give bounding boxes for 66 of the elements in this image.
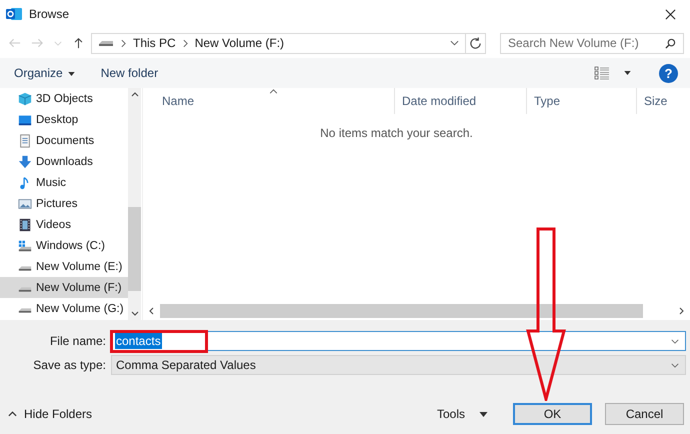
vertical-scrollbar[interactable] xyxy=(128,88,141,320)
refresh-icon xyxy=(469,36,482,50)
film-strip-icon xyxy=(18,218,32,232)
sidebar-item[interactable]: 3D Objects xyxy=(0,88,128,109)
refresh-button[interactable] xyxy=(466,32,486,54)
desktop-icon xyxy=(18,112,32,126)
sidebar-item[interactable]: Videos xyxy=(0,214,128,235)
save-as-type-dropdown[interactable]: Comma Separated Values xyxy=(111,355,686,375)
column-header[interactable]: Size xyxy=(637,88,690,114)
view-options-icon[interactable] xyxy=(594,66,610,80)
window-title: Browse xyxy=(29,7,70,21)
drive-icon xyxy=(18,308,32,313)
drive-icon xyxy=(98,39,114,47)
dialog-button[interactable]: OK xyxy=(513,403,592,425)
chevron-right-icon xyxy=(121,38,126,48)
sidebar-item[interactable]: New Volume (F:) xyxy=(0,277,128,298)
mail-app-icon xyxy=(6,6,22,22)
chevron-down-icon[interactable] xyxy=(450,40,459,46)
caret-icon xyxy=(68,72,75,76)
sidebar-item[interactable]: Windows (C:) xyxy=(0,235,128,256)
field-label: Save as type: xyxy=(32,358,106,372)
empty-message: No items match your search. xyxy=(320,126,473,141)
sidebar-item[interactable]: New Volume (G:) xyxy=(0,298,128,319)
breadcrumb[interactable]: New Volume (F:) xyxy=(194,36,284,50)
chevron-up-icon xyxy=(8,411,17,417)
sidebar-item[interactable]: Downloads xyxy=(0,151,128,172)
organize-menu-button[interactable]: Organize xyxy=(8,63,81,83)
sidebar-item[interactable]: Music xyxy=(0,172,128,193)
chevron-down-icon[interactable] xyxy=(671,338,679,344)
tools-menu-button[interactable]: Tools xyxy=(430,406,494,422)
system-drive-icon xyxy=(18,238,32,252)
hide-folders-button[interactable]: Hide Folders xyxy=(6,405,94,423)
drive-icon xyxy=(18,287,32,292)
new-folder-button[interactable]: New folder xyxy=(94,63,164,83)
drive-icon xyxy=(18,266,32,271)
up-arrow-icon[interactable] xyxy=(72,37,85,49)
close-icon[interactable] xyxy=(665,8,676,20)
field-label: File name: xyxy=(48,334,106,348)
chevron-up-icon[interactable] xyxy=(130,92,138,97)
column-header[interactable]: Date modified xyxy=(395,88,527,114)
document-icon xyxy=(18,134,32,148)
breadcrumb[interactable]: This PC xyxy=(133,36,176,50)
dialog-button[interactable]: Cancel xyxy=(605,403,684,425)
chevron-down-icon[interactable] xyxy=(671,362,679,368)
chevron-right-icon[interactable] xyxy=(679,307,684,315)
chevron-left-icon[interactable] xyxy=(149,307,154,315)
address-bar[interactable]: This PC New Volume (F:) xyxy=(91,32,466,54)
sidebar-item[interactable]: New Volume (E:) xyxy=(0,256,128,277)
sort-caret-icon xyxy=(269,89,278,94)
sidebar-item[interactable]: Desktop xyxy=(0,109,128,130)
column-header[interactable]: Type xyxy=(527,88,637,114)
sidebar-item[interactable]: Pictures xyxy=(0,193,128,214)
column-header[interactable]: Name xyxy=(143,88,395,114)
sidebar-item[interactable]: Documents xyxy=(0,130,128,151)
caret-icon xyxy=(479,412,488,416)
chevron-right-icon xyxy=(182,38,188,48)
search-field[interactable]: Search New Volume (F:) xyxy=(500,32,684,54)
download-arrow-icon xyxy=(18,154,32,168)
chevron-down-icon[interactable] xyxy=(130,311,138,316)
search-icon xyxy=(665,38,676,48)
caret-icon[interactable] xyxy=(624,71,631,75)
scrollbar-thumb[interactable] xyxy=(128,207,141,291)
picture-icon xyxy=(18,196,32,210)
file-name-field[interactable]: contacts xyxy=(111,331,686,351)
help-button[interactable]: ? xyxy=(659,64,678,82)
cube-icon xyxy=(18,92,32,106)
